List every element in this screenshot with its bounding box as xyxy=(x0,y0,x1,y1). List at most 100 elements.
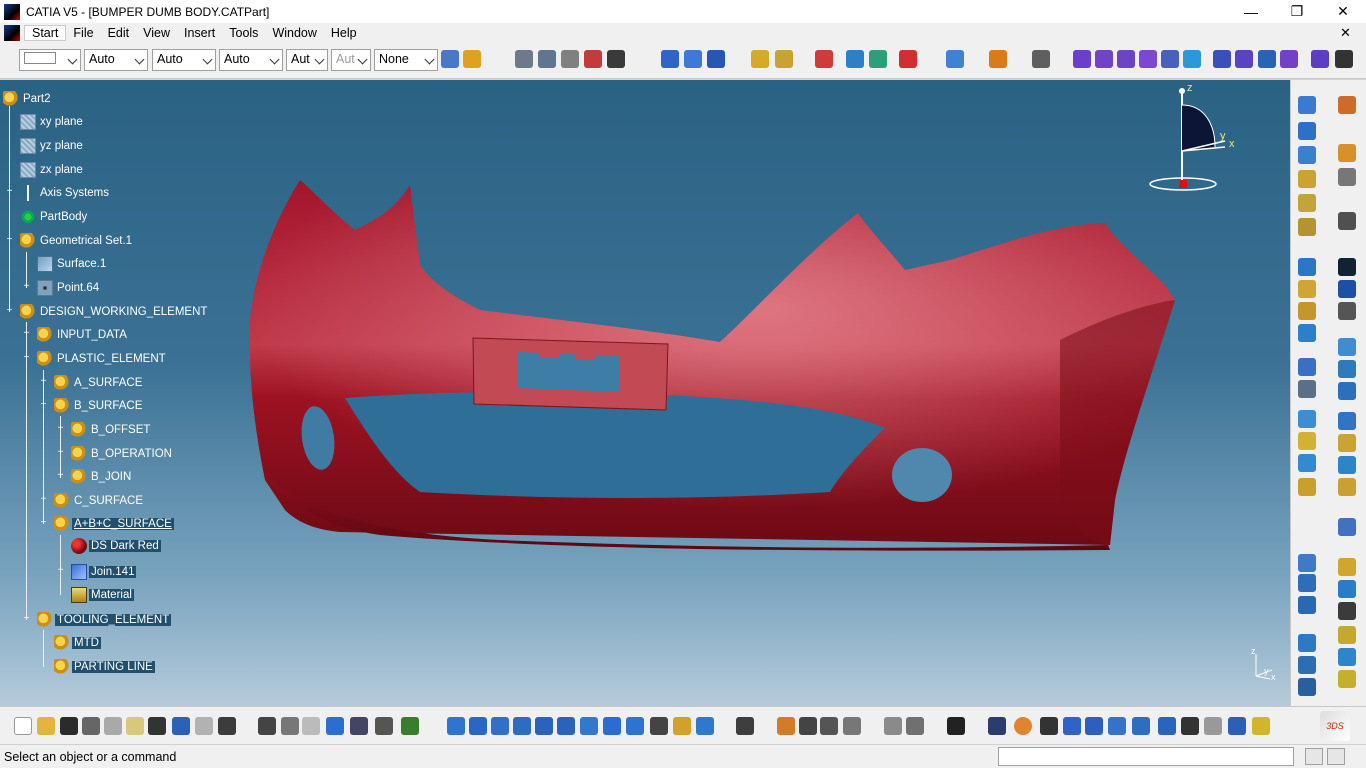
chordal-fillet-icon[interactable] xyxy=(1161,50,1179,68)
zoom-in-icon[interactable] xyxy=(535,717,553,735)
expand-icon[interactable]: + xyxy=(56,424,65,434)
tree-node-mtd[interactable]: MTD xyxy=(54,635,101,651)
normal-view-icon[interactable] xyxy=(661,50,679,68)
draft-analysis-icon[interactable] xyxy=(1338,558,1356,576)
swap-visible-space-icon[interactable] xyxy=(696,717,714,735)
spline-icon[interactable] xyxy=(1298,454,1316,472)
copy-paste-icon[interactable] xyxy=(899,50,917,68)
collapse-icon[interactable]: − xyxy=(22,353,31,363)
lock-icon[interactable] xyxy=(375,717,393,735)
multi-view-icon[interactable] xyxy=(603,717,621,735)
curvature-icon[interactable] xyxy=(1298,574,1316,592)
scan-icon[interactable] xyxy=(946,50,964,68)
normal-view-icon[interactable] xyxy=(580,717,598,735)
variable-fillet-icon[interactable] xyxy=(1139,50,1157,68)
measure-between-icon[interactable] xyxy=(607,50,625,68)
measure-item-icon[interactable] xyxy=(1181,717,1199,735)
expand-icon[interactable]: + xyxy=(22,282,31,292)
tree-node-design-working-element[interactable]: DESIGN_WORKING_ELEMENT xyxy=(20,304,209,320)
positioned-sketch-icon[interactable] xyxy=(775,50,793,68)
intersection-icon[interactable] xyxy=(1338,360,1356,378)
tree-node-axis-systems[interactable]: Axis Systems xyxy=(20,185,111,201)
tree-node-b-operation[interactable]: B_OPERATION xyxy=(71,446,174,462)
expand-icon[interactable]: + xyxy=(5,187,14,197)
expand-icon[interactable]: + xyxy=(39,495,48,505)
menu-window[interactable]: Window xyxy=(265,26,323,40)
command-list-button[interactable] xyxy=(1305,748,1323,765)
organize-icon[interactable] xyxy=(906,717,924,735)
linetype-combo[interactable]: Auto xyxy=(219,49,283,71)
color-combo[interactable] xyxy=(19,49,81,71)
analysis-icon[interactable] xyxy=(1338,518,1356,536)
parallel-view-icon[interactable] xyxy=(1204,717,1222,735)
tree-node-plastic-element[interactable]: PLASTIC_ELEMENT xyxy=(37,351,168,367)
collapse-icon[interactable]: − xyxy=(22,614,31,624)
collapse-icon[interactable]: − xyxy=(5,306,14,316)
sphere-icon[interactable] xyxy=(1298,146,1316,164)
cut-icon[interactable] xyxy=(104,717,122,735)
knowledge-icon[interactable] xyxy=(302,717,320,735)
tree-node-partbody[interactable]: PartBody xyxy=(20,209,89,225)
expand-icon[interactable]: + xyxy=(39,377,48,387)
update-icon[interactable] xyxy=(815,50,833,68)
save-icon[interactable] xyxy=(60,717,78,735)
law-icon[interactable] xyxy=(989,50,1007,68)
depth-effect-icon[interactable] xyxy=(1228,717,1246,735)
command-options-button[interactable] xyxy=(1327,748,1345,765)
translate-icon[interactable] xyxy=(1298,634,1316,652)
spin-icon[interactable] xyxy=(988,717,1006,735)
face-fillet-icon[interactable] xyxy=(1183,50,1201,68)
split-icon[interactable] xyxy=(1280,50,1298,68)
affinity-icon[interactable] xyxy=(1298,678,1316,696)
collapse-icon[interactable]: − xyxy=(39,400,48,410)
conic-icon[interactable] xyxy=(1338,434,1356,452)
tree-node-root[interactable]: Part2 xyxy=(3,91,53,107)
iso-view-icon[interactable] xyxy=(626,717,644,735)
tree-node-abc-surface[interactable]: A+B+C_SURFACE xyxy=(54,516,174,532)
toolbar-overflow-icon[interactable] xyxy=(1335,50,1353,68)
menu-view[interactable]: View xyxy=(136,26,177,40)
section-icon[interactable] xyxy=(799,717,817,735)
tree-node-tooling-element[interactable]: TOOLING_ELEMENT xyxy=(37,612,172,628)
grid-view-icon[interactable] xyxy=(1085,717,1103,735)
edge-fillet-icon[interactable] xyxy=(1117,50,1135,68)
comment-icon[interactable] xyxy=(281,717,299,735)
redo-icon[interactable] xyxy=(195,717,213,735)
expand-icon[interactable]: + xyxy=(22,329,31,339)
transparency-combo[interactable]: Auto xyxy=(84,49,148,71)
line-thickness-combo[interactable]: Auto xyxy=(152,49,216,71)
revolve-icon[interactable] xyxy=(1298,122,1316,140)
menu-help[interactable]: Help xyxy=(324,26,364,40)
select-icon[interactable] xyxy=(1338,96,1356,114)
hide-show-icon[interactable] xyxy=(673,717,691,735)
light-icon[interactable] xyxy=(1108,717,1126,735)
join-healing-icon[interactable] xyxy=(1298,324,1316,342)
painter-icon[interactable] xyxy=(441,50,459,68)
rotate-icon[interactable] xyxy=(1338,626,1356,644)
expand-icon[interactable]: + xyxy=(56,471,65,481)
material-view-icon[interactable] xyxy=(1132,717,1150,735)
connect-checker-icon[interactable] xyxy=(1338,580,1356,598)
menu-insert[interactable]: Insert xyxy=(177,26,222,40)
ground-icon[interactable] xyxy=(1252,717,1270,735)
axis-to-axis-icon[interactable] xyxy=(1338,670,1356,688)
tree-node-b-join[interactable]: B_JOIN xyxy=(71,469,133,485)
tree-node-join[interactable]: Join.141 xyxy=(71,564,137,580)
zoom-out-icon[interactable] xyxy=(557,717,575,735)
measure-icon[interactable] xyxy=(584,50,602,68)
tree-node-geometrical-set[interactable]: Geometrical Set.1 xyxy=(20,233,134,249)
tritangent-icon[interactable] xyxy=(1073,50,1091,68)
camera-icon[interactable] xyxy=(947,717,965,735)
blend-icon[interactable] xyxy=(1298,302,1316,320)
circle-icon[interactable] xyxy=(1298,410,1316,428)
rotate-view-icon[interactable] xyxy=(513,717,531,735)
table-icon[interactable] xyxy=(326,717,344,735)
text-leader-icon[interactable] xyxy=(538,50,556,68)
extract-icon[interactable] xyxy=(1213,50,1231,68)
symmetry-icon[interactable] xyxy=(1298,656,1316,674)
point-symbol-combo[interactable]: Aut xyxy=(286,49,328,71)
apply-material-icon[interactable] xyxy=(1298,554,1316,572)
sweep-icon[interactable] xyxy=(1298,218,1316,236)
render-icon[interactable] xyxy=(777,717,795,735)
tree-node-xy-plane[interactable]: xy plane xyxy=(20,114,85,130)
